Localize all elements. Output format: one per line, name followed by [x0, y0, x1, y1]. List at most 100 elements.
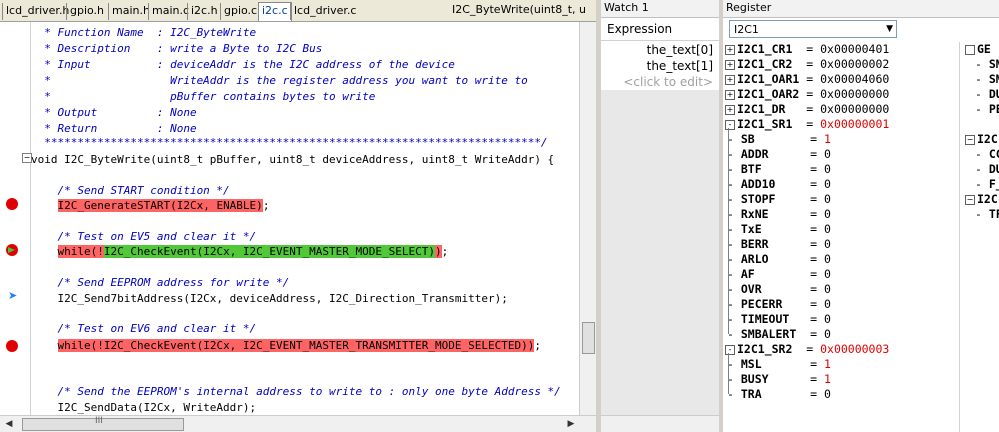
register-row[interactable]: + I2C1_CR1 = 0x00000401	[725, 42, 889, 57]
collapse-icon[interactable]: −	[965, 134, 975, 145]
watch-horizontal-scrollbar[interactable]	[601, 415, 719, 432]
bitfield-item[interactable]: - TF	[975, 207, 999, 222]
register-bitfield-row[interactable]: - SB = 1	[727, 132, 831, 147]
watch-item[interactable]: the_text[1]	[601, 58, 719, 74]
register-value[interactable]: 0x00000000	[820, 102, 889, 116]
tab-main-c[interactable]: main.c	[148, 3, 192, 20]
bitfield-group[interactable]: − I2C	[965, 132, 998, 147]
register-value[interactable]: 0x00000003	[820, 342, 889, 356]
tab-lcd-driver-c[interactable]: lcd_driver.c	[290, 3, 359, 20]
register-value[interactable]: 0	[824, 252, 831, 266]
breakpoint-gutter[interactable]: − ➤	[0, 22, 32, 416]
tab-main-h[interactable]: main.h	[108, 3, 153, 20]
scrollbar-thumb[interactable]	[22, 418, 184, 431]
register-value[interactable]: 0	[824, 387, 831, 401]
register-bitfield-row[interactable]: - BERR = 0	[727, 237, 831, 252]
current-breakpoint-icon[interactable]	[6, 244, 18, 256]
register-row[interactable]: + I2C1_DR = 0x00000000	[725, 102, 889, 117]
register-bitfield-row[interactable]: - STOPF = 0	[727, 192, 831, 207]
register-value[interactable]: 0x00004060	[820, 72, 889, 86]
scroll-left-icon[interactable]: ◀	[2, 417, 16, 431]
register-value[interactable]: 1	[824, 132, 831, 146]
register-value[interactable]: 0	[824, 162, 831, 176]
register-value[interactable]: 1	[824, 357, 831, 371]
register-value[interactable]: 1	[824, 372, 831, 386]
tab-gpio-h[interactable]: gpio.h	[66, 3, 107, 20]
peripheral-select[interactable]: I2C1 ▼	[729, 20, 897, 38]
register-row[interactable]: + I2C1_CR2 = 0x00000002	[725, 57, 889, 72]
register-value[interactable]: 0x00000001	[820, 117, 889, 131]
register-value[interactable]: 0	[824, 222, 831, 236]
register-row[interactable]: + I2C1_OAR2 = 0x00000000	[725, 87, 889, 102]
breakpoint-icon[interactable]	[6, 340, 18, 352]
expand-icon[interactable]: +	[725, 104, 735, 115]
register-value[interactable]: 0x00000002	[820, 57, 889, 71]
tree-branch: -	[727, 282, 741, 296]
register-value[interactable]: 0x00000401	[820, 42, 889, 56]
watch-add-placeholder[interactable]: <click to edit>	[601, 74, 719, 90]
register-value[interactable]: 0	[824, 192, 831, 206]
watch-item[interactable]: the_text[0]	[601, 42, 719, 58]
expand-icon[interactable]: +	[725, 44, 735, 55]
bitfield-group[interactable]: GE	[965, 42, 991, 57]
register-bitfield-row[interactable]: - TIMEOUT = 0	[727, 312, 831, 327]
function-selector[interactable]: I2C_ByteWrite(uint8_t, u	[452, 3, 586, 16]
bitfield-item[interactable]: - F_	[975, 177, 999, 192]
collapse-icon[interactable]: -	[725, 119, 735, 130]
register-bitfield-row[interactable]: - BUSY = 1	[727, 372, 831, 387]
register-value[interactable]: 0	[824, 147, 831, 161]
register-name: STOPF	[740, 192, 797, 206]
bitfield-item[interactable]: - DU	[975, 87, 999, 102]
expression-column-header[interactable]: Expression	[601, 18, 719, 41]
checkbox-icon[interactable]	[965, 44, 975, 55]
register-value[interactable]: 0	[824, 282, 831, 296]
register-bitfield-row[interactable]: - BTF = 0	[727, 162, 831, 177]
tab-i2c-c[interactable]: i2c.c	[258, 2, 292, 21]
register-value[interactable]: 0	[824, 297, 831, 311]
tab-i2c-h[interactable]: i2c.h	[187, 3, 221, 20]
register-value[interactable]: 0x00000000	[820, 87, 889, 101]
register-bitfield-row[interactable]: - ADD10 = 0	[727, 177, 831, 192]
register-bitfield-row[interactable]: - ADDR = 0	[727, 147, 831, 162]
breakpoint-icon[interactable]	[6, 198, 18, 210]
register-bitfield-row[interactable]: - PECERR = 0	[727, 297, 831, 312]
register-bitfield-row[interactable]: - RxNE = 0	[727, 207, 831, 222]
collapse-icon[interactable]: −	[965, 194, 975, 205]
bitfield-group[interactable]: − I2C	[965, 192, 998, 207]
code-text-area[interactable]: * Function Name : I2C_ByteWrite * Descri…	[31, 22, 580, 416]
chevron-down-icon[interactable]: ▼	[886, 21, 893, 38]
expand-icon[interactable]: +	[725, 89, 735, 100]
register-value[interactable]: 0	[824, 177, 831, 191]
equals-sign: =	[796, 237, 824, 251]
register-bitfield-row[interactable]: - SMBALERT = 0	[727, 327, 831, 342]
editor-vertical-scrollbar[interactable]	[579, 22, 596, 416]
register-row[interactable]: - I2C1_SR2 = 0x00000003	[725, 342, 889, 357]
register-pane: Register I2C1 ▼ + I2C1_CR1 = 0x00000401 + I…	[723, 0, 999, 432]
register-value[interactable]: 0	[824, 267, 831, 281]
editor-horizontal-scrollbar[interactable]: ◀ III ▶	[0, 415, 596, 432]
bitfield-item[interactable]: - SM	[975, 57, 999, 72]
bitfield-item[interactable]: - SM	[975, 72, 999, 87]
tab-lcd-driver-h[interactable]: lcd_driver.h	[2, 3, 72, 20]
scroll-right-icon[interactable]: ▶	[564, 417, 578, 431]
expand-icon[interactable]: +	[725, 59, 735, 70]
bitfield-item[interactable]: - PE	[975, 102, 999, 117]
bitfield-item[interactable]: - DU	[975, 162, 999, 177]
expand-icon[interactable]: +	[725, 74, 735, 85]
register-row[interactable]: + I2C1_OAR1 = 0x00004060	[725, 72, 889, 87]
register-bitfield-row[interactable]: - TRA = 0	[727, 387, 831, 402]
register-row[interactable]: - I2C1_SR1 = 0x00000001	[725, 117, 889, 132]
register-bitfield-row[interactable]: - ARLO = 0	[727, 252, 831, 267]
register-bitfield-row[interactable]: - MSL = 1	[727, 357, 831, 372]
register-bitfield-row[interactable]: - OVR = 0	[727, 282, 831, 297]
register-bitfield-row[interactable]: - AF = 0	[727, 267, 831, 282]
collapse-icon[interactable]: -	[725, 344, 735, 355]
scrollbar-thumb[interactable]	[582, 322, 595, 354]
register-value[interactable]: 0	[824, 312, 831, 326]
register-bitfield-row[interactable]: - TxE = 0	[727, 222, 831, 237]
register-value[interactable]: 0	[824, 327, 831, 341]
register-value[interactable]: 0	[824, 237, 831, 251]
tab-gpio-c[interactable]: gpio.c	[220, 3, 260, 20]
bitfield-item[interactable]: - CC	[975, 147, 999, 162]
register-value[interactable]: 0	[824, 207, 831, 221]
